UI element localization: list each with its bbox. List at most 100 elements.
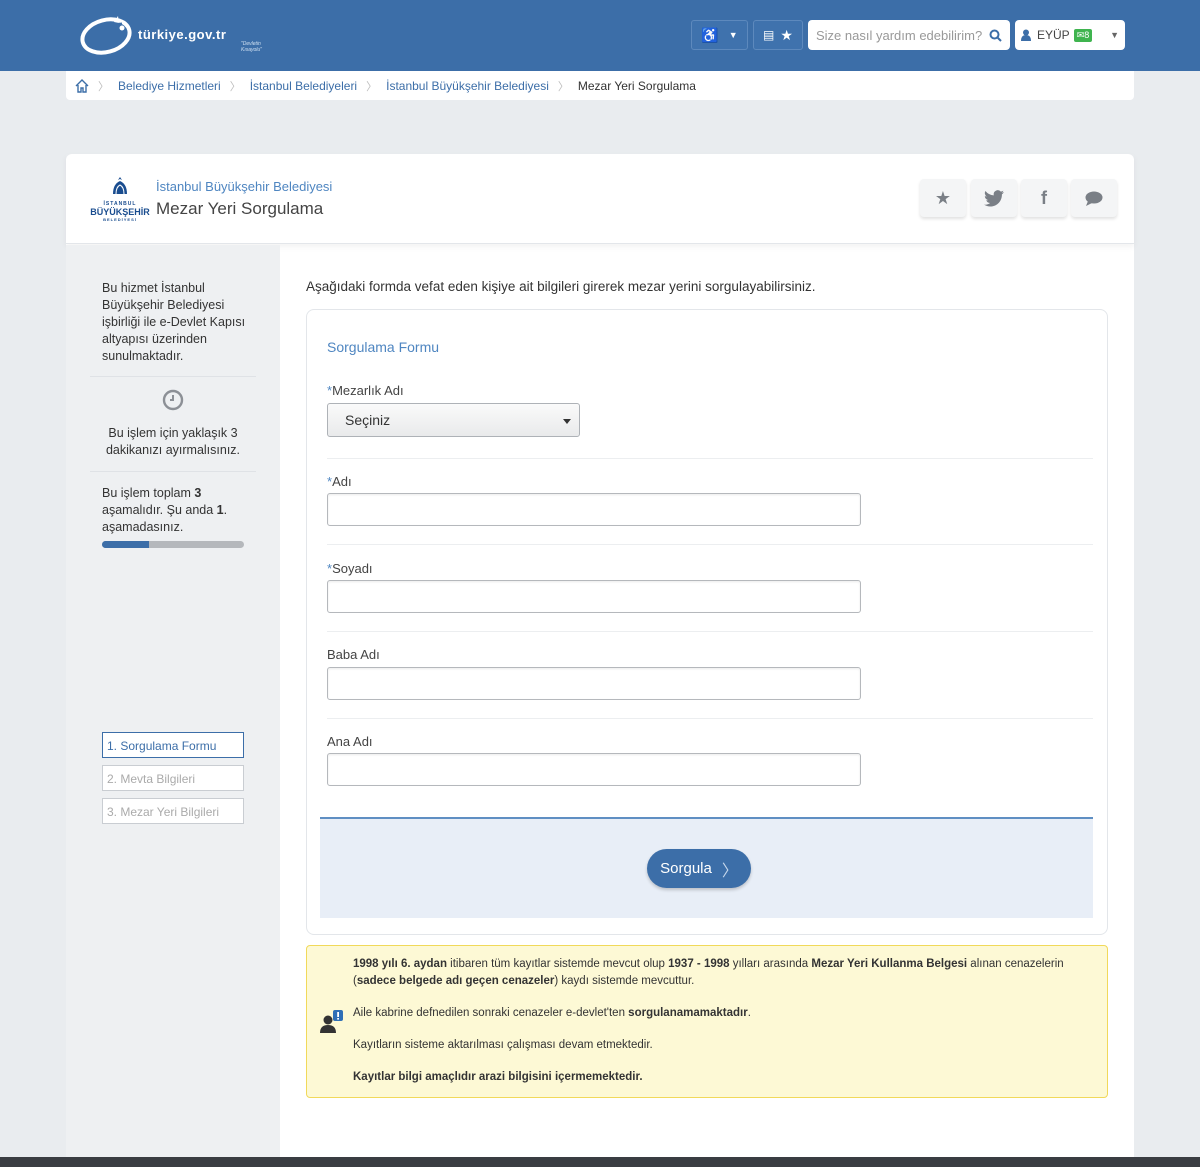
ibb-emblem-icon — [113, 177, 127, 195]
accessibility-button[interactable]: ♿ ▼ — [691, 20, 748, 50]
stage-text: Bu işlem toplam — [102, 486, 195, 500]
form-title: Sorgulama Formu — [327, 339, 440, 355]
step-sorgulama-formu[interactable]: 1. Sorgulama Formu — [102, 732, 244, 758]
breadcrumb-link[interactable]: İstanbul Büyükşehir Belediyesi — [377, 79, 558, 93]
service-info-text: Bu hizmet İstanbul Büyükşehir Belediyesi… — [102, 281, 246, 363]
first-name-input[interactable] — [327, 493, 861, 526]
divider — [90, 471, 256, 472]
divider — [90, 376, 256, 377]
ibb-logo-bottom-text: BELEDİYESİ — [103, 217, 137, 222]
caret-down-icon — [563, 419, 571, 424]
progress-bar — [102, 541, 244, 548]
progress-fill — [102, 541, 149, 548]
breadcrumb-separator: 〉 — [229, 80, 241, 93]
step-mezar-yeri-bilgileri: 3. Mezar Yeri Bilgileri — [102, 798, 244, 824]
breadcrumb-separator: 〉 — [98, 80, 109, 93]
cemetery-label: *Mezarlık Adı — [327, 383, 404, 398]
facebook-icon: f — [1041, 187, 1047, 208]
facebook-share-button[interactable]: f — [1021, 179, 1067, 217]
query-submit-button[interactable]: Sorgula 〉 — [647, 849, 751, 888]
notice-paragraph-4: Kayıtlar bilgi amaçlıdır arazi bilgisini… — [353, 1071, 643, 1083]
search-placeholder: Size nasıl yardım edebilirim? — [816, 27, 983, 43]
chevron-down-icon: ▼ — [1110, 30, 1119, 40]
message-count: 8 — [1084, 29, 1090, 40]
query-form: Sorgulama Formu *Mezarlık Adı Seçiniz *A… — [306, 309, 1108, 935]
chevron-right-icon: 〉 — [721, 862, 738, 880]
id-card-favorites-button[interactable]: ▤ ★ — [753, 20, 803, 50]
home-icon[interactable] — [74, 78, 90, 94]
mother-name-input[interactable] — [327, 753, 861, 786]
service-header: İSTANBUL BÜYÜKŞEHİR BELEDİYESİ İstanbul … — [66, 154, 1134, 244]
logo-subtext: "Devletin Kısayolu" — [241, 41, 262, 53]
user-menu-button[interactable]: EYÜP ✉8 ▼ — [1015, 20, 1125, 50]
search-input[interactable]: Size nasıl yardım edebilirim? — [808, 20, 1010, 50]
page-title: Mezar Yeri Sorgulama — [156, 199, 324, 218]
cemetery-select[interactable]: Seçiniz — [327, 403, 580, 437]
intro-text: Aşağıdaki formda vefat eden kişiye ait b… — [306, 279, 816, 294]
top-header: türkiye.gov.tr "Devletin Kısayolu" ♿ ▼ ▤… — [0, 0, 1200, 71]
accessibility-icon: ♿ — [701, 26, 719, 43]
estimated-time-line1: Bu işlem için yaklaşık 3 — [108, 426, 238, 440]
divider — [327, 458, 1093, 459]
breadcrumb: 〉 Belediye Hizmetleri 〉 İstanbul Belediy… — [66, 71, 1134, 100]
chevron-down-icon: ▼ — [728, 30, 738, 40]
user-alert-icon — [320, 1010, 343, 1033]
father-name-label: Baba Adı — [327, 647, 380, 662]
surname-label-text: Soyadı — [332, 561, 373, 576]
footer-strip — [0, 1157, 1200, 1167]
notice-paragraph-3: Kayıtların sisteme aktarılması çalışması… — [353, 1039, 653, 1051]
divider — [327, 544, 1093, 545]
stage-total: 3 — [194, 486, 202, 500]
star-icon: ★ — [934, 187, 952, 208]
breadcrumb-link[interactable]: İstanbul Belediyeleri — [241, 79, 366, 93]
service-card: İSTANBUL BÜYÜKŞEHİR BELEDİYESİ İstanbul … — [66, 154, 1134, 1167]
divider — [327, 718, 1093, 719]
notice-text: Aile kabrine defnedilen sonraki cenazele… — [353, 1007, 629, 1019]
first-name-label-text: Adı — [332, 474, 352, 489]
turkiye-gov-logo[interactable]: türkiye.gov.tr "Devletin Kısayolu" — [78, 14, 268, 58]
message-badge[interactable]: ✉8 — [1073, 28, 1093, 42]
ibb-logo-main-text: BÜYÜKŞEHİR — [90, 207, 150, 217]
clock-icon — [162, 389, 184, 411]
submit-label: Sorgula — [660, 860, 712, 877]
ibb-logo: İSTANBUL BÜYÜKŞEHİR BELEDİYESİ — [90, 176, 150, 222]
user-icon — [1021, 29, 1031, 41]
notice-bold: sorgulanamamaktadır — [628, 1007, 748, 1019]
comment-icon — [1085, 191, 1103, 206]
estimated-time: Bu işlem için yaklaşık 3 dakikanızı ayır… — [102, 425, 244, 459]
notice-bold: Mezar Yeri Kullanma Belgesi — [811, 958, 968, 970]
info-notice: 1998 yılı 6. aydan itibaren tüm kayıtlar… — [306, 945, 1108, 1098]
step-mevta-bilgileri: 2. Mevta Bilgileri — [102, 765, 244, 791]
father-name-input[interactable] — [327, 667, 861, 700]
mother-name-label: Ana Adı — [327, 734, 373, 749]
breadcrumb-separator: 〉 — [557, 80, 569, 93]
id-card-icon: ▤ — [763, 28, 775, 42]
stage-text: aşamalıdır. Şu anda — [102, 503, 217, 517]
breadcrumb-separator: 〉 — [366, 80, 378, 93]
logo-text: türkiye.gov.tr — [138, 26, 227, 42]
first-name-label: *Adı — [327, 474, 352, 489]
notice-text: . — [747, 1007, 751, 1019]
star-icon: ★ — [780, 26, 793, 43]
breadcrumb-link[interactable]: Belediye Hizmetleri — [109, 79, 230, 93]
divider — [327, 631, 1093, 632]
twitter-share-button[interactable] — [971, 179, 1017, 217]
organization-name[interactable]: İstanbul Büyükşehir Belediyesi — [156, 179, 332, 194]
notice-bold: sadece belgede adı geçen cenazeler — [356, 975, 555, 987]
twitter-icon — [984, 189, 1004, 206]
stage-current: 1 — [216, 503, 224, 517]
notice-bold: 1937 - 1998 — [668, 958, 730, 970]
comment-button[interactable] — [1071, 179, 1117, 217]
notice-paragraph-1: 1998 yılı 6. aydan itibaren tüm kayıtlar… — [353, 956, 1093, 990]
sidebar: Bu hizmet İstanbul Büyükşehir Belediyesi… — [66, 245, 280, 1167]
favorite-button[interactable]: ★ — [920, 179, 966, 217]
notice-bold: 1998 yılı 6. aydan — [353, 958, 447, 970]
surname-label: *Soyadı — [327, 561, 373, 576]
notice-text: ) kaydı sistemde mevcuttur. — [554, 975, 695, 987]
search-icon[interactable] — [989, 29, 1002, 42]
estimated-time-line2: dakikanızı ayırmalısınız. — [105, 443, 241, 457]
form-actions: Sorgula 〉 — [320, 817, 1093, 918]
surname-input[interactable] — [327, 580, 861, 613]
cemetery-label-text: Mezarlık Adı — [332, 383, 404, 398]
notice-text: yılları arasında — [729, 958, 812, 970]
